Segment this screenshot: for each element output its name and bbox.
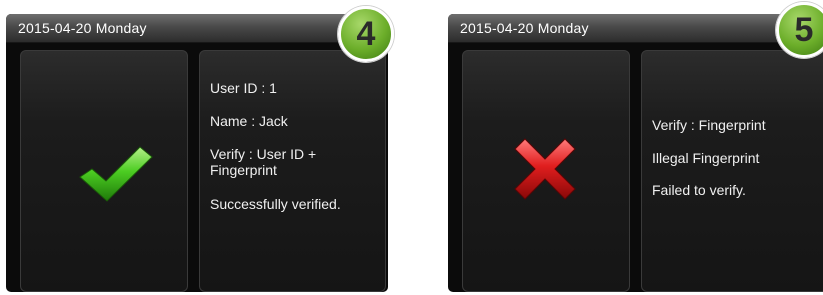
verification-failed-screen: 2015-04-20 Monday Verify : Fingerprint I… — [448, 14, 823, 292]
user-id-text: User ID : 1 — [210, 80, 277, 96]
status-bar: 2015-04-20 Monday — [448, 14, 823, 43]
check-icon — [79, 146, 153, 202]
cross-icon — [514, 138, 576, 200]
status-bar: 2015-04-20 Monday — [6, 14, 388, 43]
info-panel: User ID : 1 Name : Jack Verify : User ID… — [199, 50, 386, 292]
error-text: Illegal Fingerprint — [652, 150, 760, 166]
step-badge: 4 — [338, 6, 394, 62]
verify-result-text: Failed to verify. — [652, 182, 746, 198]
result-icon-panel — [20, 50, 188, 292]
verify-mode-text: Verify : User ID + Fingerprint — [210, 146, 317, 178]
step-badge: 5 — [776, 2, 823, 58]
verify-result-text: Successfully verified. — [210, 196, 341, 212]
verify-mode-text: Verify : Fingerprint — [652, 117, 766, 133]
verification-success-screen: 2015-04-20 Monday User ID : 1 Name : Jac… — [6, 14, 388, 292]
result-icon-panel — [462, 50, 630, 292]
name-text: Name : Jack — [210, 113, 288, 129]
info-panel: Verify : Fingerprint Illegal Fingerprint… — [641, 50, 823, 292]
date-display: 2015-04-20 Monday — [18, 20, 147, 36]
date-display: 2015-04-20 Monday — [460, 20, 589, 36]
